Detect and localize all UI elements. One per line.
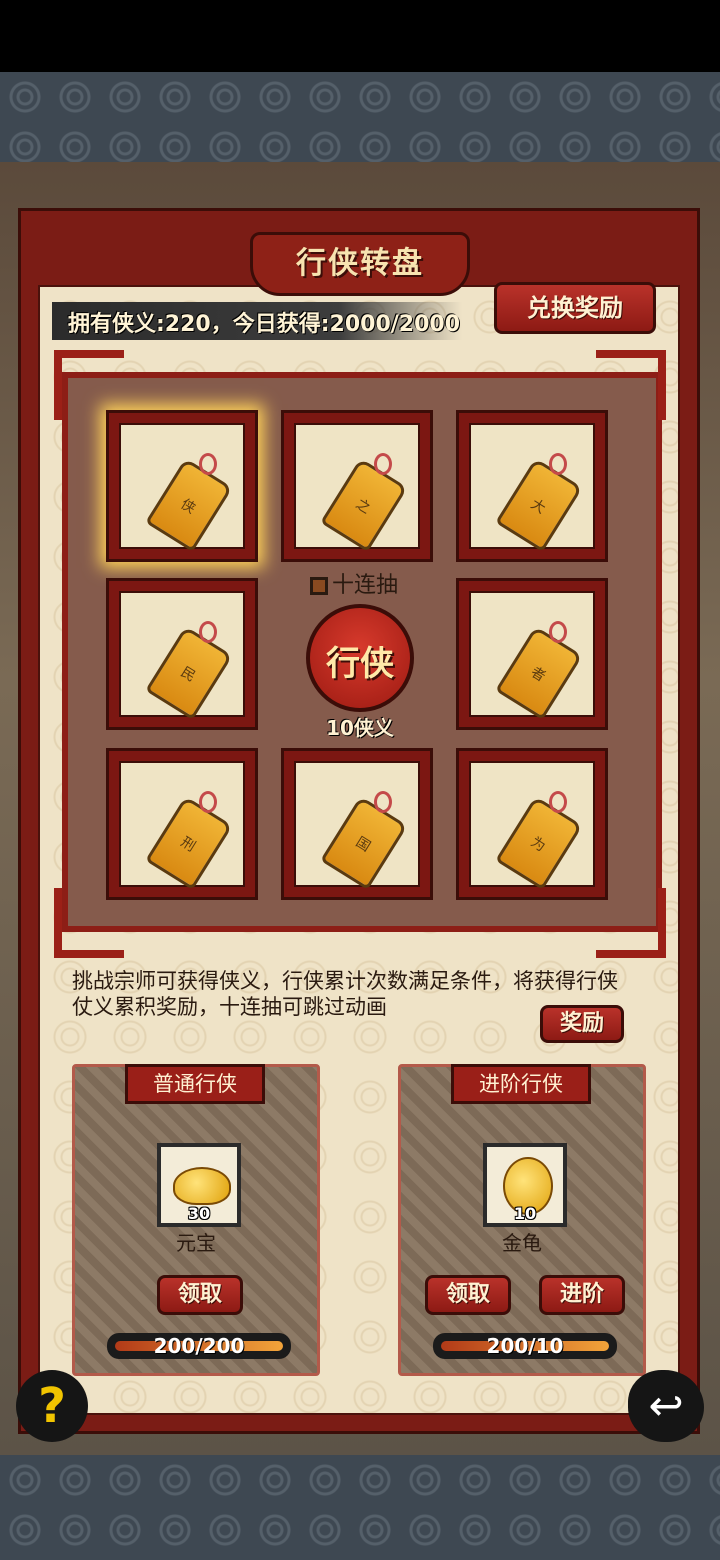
question-icon: ? (38, 1378, 66, 1434)
advanced-reward-card: 进阶行侠 10 金龟 领取 进阶 200/10 (398, 1064, 646, 1376)
progress-bar: 200/10 (433, 1333, 617, 1359)
ten-draw-toggle[interactable]: 十连抽 (310, 567, 398, 599)
token-tag-icon: 之 (320, 457, 408, 553)
normal-reward-card: 普通行侠 30 元宝 领取 200/200 (72, 1064, 320, 1376)
draw-cost: 10侠义 (326, 716, 394, 740)
progress-text: 200/200 (153, 1334, 245, 1358)
wheel-cell[interactable]: 为 (456, 748, 608, 900)
bottom-pattern-band (0, 1455, 720, 1560)
exchange-reward-button[interactable]: 兑换奖励 (494, 282, 656, 334)
back-button[interactable]: ↩ (628, 1370, 704, 1442)
card-title: 普通行侠 (125, 1064, 265, 1104)
ten-draw-checkbox[interactable] (310, 577, 328, 595)
item-slot[interactable]: 10 (483, 1143, 567, 1227)
wheel-cell[interactable]: 国 (281, 748, 433, 900)
wheel-cell-selected[interactable]: 侠 (106, 410, 258, 562)
claim-button[interactable]: 领取 (425, 1275, 511, 1315)
back-arrow-icon: ↩ (648, 1381, 684, 1430)
item-name: 金龟 (502, 1231, 542, 1255)
wheel-cell[interactable]: 之 (281, 410, 433, 562)
item-count: 30 (187, 1204, 211, 1223)
page-title: 行侠转盘 (296, 246, 424, 281)
draw-button[interactable]: 行侠 (306, 604, 414, 712)
wheel-cell[interactable]: 民 (106, 578, 258, 730)
token-tag-icon: 侠 (145, 457, 233, 553)
token-tag-icon: 者 (495, 625, 583, 721)
status-bar-area (0, 0, 720, 72)
draw-button-label: 行侠 (326, 644, 394, 684)
progress-text: 200/10 (486, 1334, 564, 1358)
token-tag-icon: 大 (495, 457, 583, 553)
help-button[interactable]: ? (16, 1370, 88, 1442)
claim-button[interactable]: 领取 (157, 1275, 243, 1315)
ten-draw-label: 十连抽 (332, 573, 399, 598)
token-tag-icon: 国 (320, 795, 408, 891)
item-count: 10 (513, 1204, 537, 1223)
item-name: 元宝 (176, 1231, 216, 1255)
wheel-cell[interactable]: 刑 (106, 748, 258, 900)
item-slot[interactable]: 30 (157, 1143, 241, 1227)
gold-ingot-icon (173, 1167, 231, 1205)
reward-button[interactable]: 奖励 (540, 1005, 624, 1043)
wheel-cell[interactable]: 者 (456, 578, 608, 730)
token-tag-icon: 为 (495, 795, 583, 891)
top-pattern-band (0, 72, 720, 162)
progress-bar: 200/200 (107, 1333, 291, 1359)
token-tag-icon: 刑 (145, 795, 233, 891)
advance-button[interactable]: 进阶 (539, 1275, 625, 1315)
xiayi-stats: 拥有侠义:220，今日获得:2000/2000 (68, 312, 461, 337)
wheel-cell[interactable]: 大 (456, 410, 608, 562)
token-tag-icon: 民 (145, 625, 233, 721)
card-title: 进阶行侠 (451, 1064, 591, 1104)
title-plaque: 行侠转盘 (250, 232, 470, 296)
